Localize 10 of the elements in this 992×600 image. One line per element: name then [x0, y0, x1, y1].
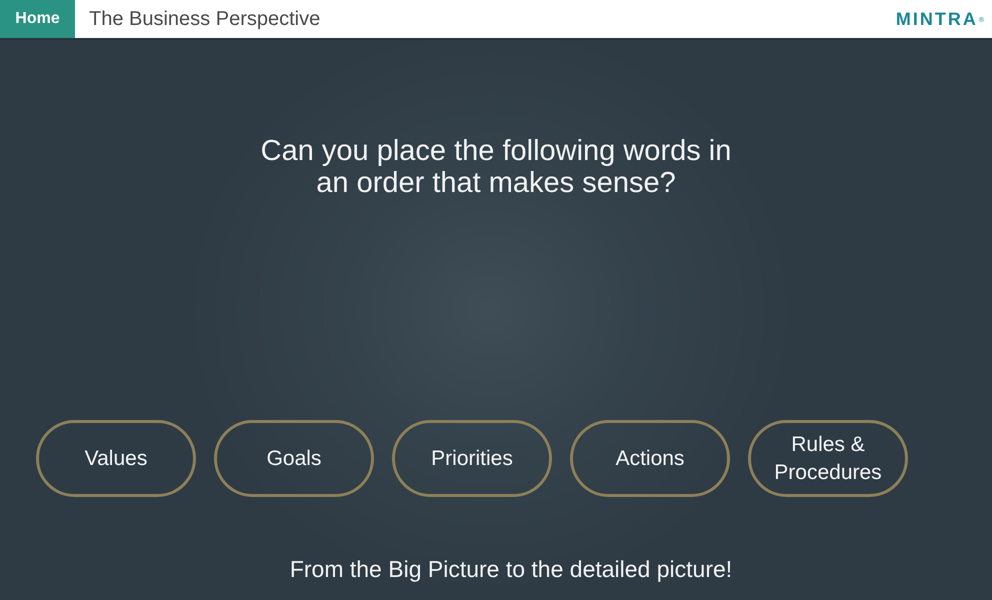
footer-text: From the Big Picture to the detailed picture! — [288, 555, 734, 584]
word-option-button[interactable]: Goals — [214, 420, 374, 497]
page-title: The Business Perspective — [89, 7, 320, 32]
word-option-button[interactable]: Values — [36, 420, 196, 497]
word-option-button[interactable]: Priorities — [392, 420, 552, 497]
home-button[interactable]: Home — [0, 0, 75, 38]
question-text: Can you place the following words in an order that makes sense? — [260, 135, 732, 199]
word-option-button[interactable]: Rules & Procedures — [748, 420, 908, 497]
logo-text: MINTRA — [896, 8, 978, 30]
word-option-button[interactable]: Actions — [570, 420, 730, 497]
